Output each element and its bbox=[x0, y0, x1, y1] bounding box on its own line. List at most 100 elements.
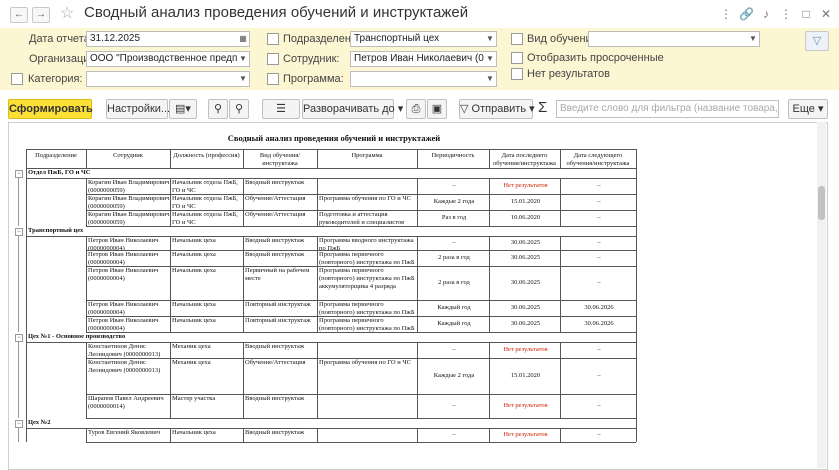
arrow-left-icon: ← bbox=[14, 9, 24, 20]
chevron-down-icon[interactable]: ▼ bbox=[484, 72, 496, 86]
category-checkbox[interactable] bbox=[11, 73, 23, 85]
report-cell-program: Подготовка и аттестация руководителей и … bbox=[319, 211, 405, 226]
report-cell-type: Обучение/Аттестация bbox=[245, 359, 306, 366]
grid-line bbox=[636, 149, 637, 168]
report-cell-employee: Шарапов Павел Андреевич (0000000014) bbox=[88, 395, 164, 410]
no-results-checkbox[interactable] bbox=[511, 68, 523, 80]
program-checkbox[interactable] bbox=[267, 73, 279, 85]
employee-checkbox[interactable] bbox=[267, 53, 279, 65]
settings-button[interactable]: Настройки... bbox=[106, 99, 170, 119]
program-field[interactable]: ▼ bbox=[350, 71, 497, 87]
bell-icon[interactable]: ♪ bbox=[759, 7, 773, 21]
report-cell-type: Вводный инструктаж bbox=[245, 251, 305, 258]
report-sheet: Сводный анализ проведения обучений и инс… bbox=[8, 122, 828, 470]
forward-button[interactable]: → bbox=[32, 7, 50, 23]
grid-line bbox=[86, 342, 87, 418]
grid-line bbox=[26, 418, 27, 442]
chevron-down-icon[interactable]: ▼ bbox=[237, 72, 249, 86]
grid-line bbox=[489, 149, 490, 168]
star-icon[interactable]: ☆ bbox=[60, 3, 74, 23]
funnel-icon: ▽ bbox=[812, 35, 822, 47]
grid-line bbox=[243, 178, 244, 226]
grid-line bbox=[86, 428, 87, 442]
column-header: Подразделение bbox=[35, 152, 77, 159]
group-rail bbox=[18, 177, 19, 226]
chevron-down-icon[interactable]: ▼ bbox=[484, 52, 496, 66]
chevron-down-icon[interactable]: ▼ bbox=[237, 52, 249, 66]
report-cell-position: Начальник отдела ПжБ, ГО и ЧС bbox=[172, 179, 238, 194]
find-button[interactable]: ⚲ bbox=[208, 99, 228, 119]
expand-button[interactable]: Разворачивать до ▾ bbox=[302, 99, 403, 119]
training-type-checkbox[interactable] bbox=[511, 33, 523, 45]
collapse-group-icon[interactable]: − bbox=[15, 334, 23, 342]
close-icon[interactable]: ✕ bbox=[819, 7, 833, 21]
filter-toggle-button[interactable]: ▽ bbox=[805, 31, 829, 51]
send-button[interactable]: ▽ Отправить ▾ bbox=[459, 99, 535, 119]
vertical-scrollbar[interactable] bbox=[817, 122, 826, 468]
print-button[interactable]: ⎙ bbox=[406, 99, 426, 119]
collapse-group-icon[interactable]: − bbox=[15, 228, 23, 236]
report-cell-employee: Петров Иван Николаевич (0000000004) bbox=[88, 317, 159, 332]
grid-line bbox=[417, 149, 418, 168]
generate-button[interactable]: Сформировать bbox=[8, 99, 93, 119]
grid-line bbox=[560, 178, 561, 226]
report-cell-type: Вводный инструктаж bbox=[245, 395, 305, 402]
report-date-field[interactable]: 31.12.2025 ▦ bbox=[86, 31, 250, 47]
grid-line bbox=[417, 428, 418, 442]
grid-line bbox=[26, 332, 27, 418]
org-field[interactable]: ООО "Производственное предприятие ▼ bbox=[86, 51, 250, 67]
report-cell-program bbox=[319, 395, 417, 418]
report-cell-type: Вводный инструктаж bbox=[245, 343, 305, 350]
search-icon: ⚲ bbox=[213, 103, 223, 115]
report-cell-program bbox=[319, 179, 417, 194]
report-cell-program: Программа вводного инструктажа по ПжБ bbox=[319, 237, 414, 250]
kebab-menu-icon[interactable]: ⋮ bbox=[719, 7, 733, 21]
chevron-down-icon[interactable]: ▼ bbox=[484, 32, 496, 46]
grouping-button[interactable]: ☰ bbox=[262, 99, 300, 119]
category-field[interactable]: ▼ bbox=[86, 71, 250, 87]
variant-button[interactable]: ▤▾ bbox=[169, 99, 197, 119]
report-cell-employee: Корагин Иван Владимирович (0000000059) bbox=[88, 179, 170, 194]
training-type-field[interactable]: ▼ bbox=[588, 31, 760, 47]
report-cell-employee: Петров Иван Николаевич (0000000004) bbox=[88, 301, 159, 316]
dept-checkbox[interactable] bbox=[267, 33, 279, 45]
grid-line bbox=[243, 149, 244, 168]
group-rail bbox=[18, 341, 19, 418]
collapse-group-icon[interactable]: − bbox=[15, 420, 23, 428]
dept-field[interactable]: Транспортный цех ▼ bbox=[350, 31, 497, 47]
sum-icon[interactable]: Σ bbox=[538, 99, 547, 116]
print-preview-button[interactable]: ▣ bbox=[427, 99, 447, 119]
scrollbar-thumb[interactable] bbox=[818, 186, 825, 220]
show-overdue-checkbox[interactable] bbox=[511, 52, 523, 64]
grid-line bbox=[86, 442, 636, 443]
report-cell-type: Обучение/Аттестация bbox=[245, 195, 306, 202]
report-cell-program: Программа первичного (повторного) инстру… bbox=[319, 301, 415, 316]
send-icon: ▽ bbox=[460, 103, 469, 115]
employee-label: Сотрудник: bbox=[283, 53, 340, 65]
grid-line bbox=[86, 236, 87, 332]
collapse-group-icon[interactable]: − bbox=[15, 170, 23, 178]
find-next-button[interactable]: ⚲ bbox=[229, 99, 249, 119]
maximize-icon[interactable]: □ bbox=[799, 7, 813, 21]
report-cell-last: Нет результатов bbox=[503, 402, 548, 409]
search-input[interactable]: Введите слово для фильтра (название това… bbox=[556, 100, 779, 118]
report-cell-position: Начальник цеха bbox=[172, 237, 216, 244]
employee-field[interactable]: Петров Иван Николаевич (000000 ▼ bbox=[350, 51, 497, 67]
report-cell-employee: Корагин Иван Владимирович (0000000059) bbox=[88, 195, 170, 210]
grid-line bbox=[170, 342, 171, 418]
column-header: Программа bbox=[351, 152, 383, 159]
back-button[interactable]: ← bbox=[10, 7, 28, 23]
more-icon[interactable]: ⋮ bbox=[779, 7, 793, 21]
grid-line bbox=[317, 342, 318, 418]
grid-line bbox=[317, 178, 318, 226]
more-button[interactable]: Еще ▾ bbox=[788, 99, 828, 119]
grid-line bbox=[636, 332, 637, 418]
report-cell-type: Вводный инструктаж bbox=[245, 179, 305, 186]
chevron-down-icon[interactable]: ▼ bbox=[747, 32, 759, 46]
grid-line bbox=[170, 428, 171, 442]
link-icon[interactable]: 🔗 bbox=[739, 7, 754, 21]
grid-line bbox=[243, 342, 244, 418]
calendar-icon[interactable]: ▦ bbox=[237, 32, 249, 46]
report-cell-position: Начальник цеха bbox=[172, 251, 216, 258]
arrow-right-icon: → bbox=[36, 9, 46, 20]
